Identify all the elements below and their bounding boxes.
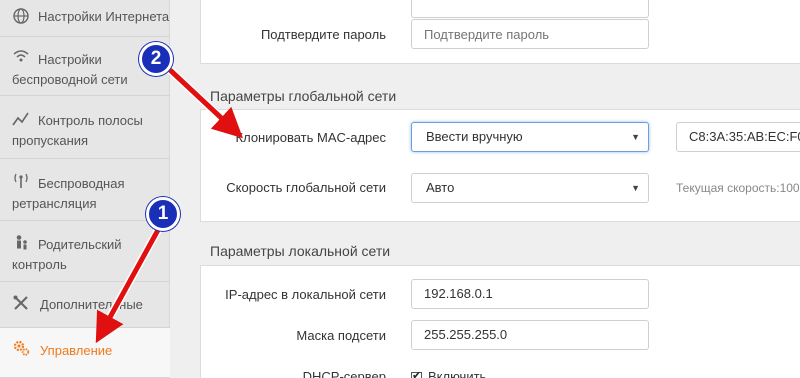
lan-ip-label: IP-адрес в локальной сети <box>225 287 386 302</box>
annotation-badge-1: 1 <box>146 197 180 231</box>
subnet-mask-input[interactable]: 255.255.255.0 <box>411 320 649 350</box>
clone-mac-value: Ввести вручную <box>426 129 523 144</box>
wan-speed-label: Скорость глобальной сети <box>226 180 386 195</box>
gear-icon <box>13 340 30 356</box>
tools-icon <box>13 295 28 310</box>
sidebar-item-label: Беспроводная ретрансляция <box>12 176 125 211</box>
dhcp-server-label: DHCP-сервер <box>302 369 386 378</box>
chevron-down-icon: ▼ <box>631 183 640 193</box>
confirm-password-label: Подтвердите пароль <box>260 27 386 42</box>
sidebar-item-label: Дополнительные <box>40 297 143 312</box>
wan-speed-select[interactable]: Авто ▼ <box>411 173 649 203</box>
clone-mac-label: Клонировать MAC-адрес <box>235 130 386 145</box>
sidebar-item-parental-control[interactable]: Родительский контроль <box>0 221 170 282</box>
subnet-mask-label: Маска подсети <box>296 328 386 343</box>
sidebar-item-bandwidth-control[interactable]: Контроль полосы пропускания <box>0 96 170 159</box>
wan-speed-value: Авто <box>426 180 455 195</box>
annotation-badge-2: 2 <box>139 42 173 76</box>
current-speed-text: Текущая скорость:100 <box>676 181 800 195</box>
chevron-down-icon: ▼ <box>631 132 640 142</box>
sidebar-item-internet-settings[interactable]: Настройки Интернета <box>0 0 170 37</box>
password-field-top[interactable] <box>411 0 649 18</box>
sidebar-item-label: Родительский контроль <box>12 237 122 272</box>
sidebar-item-management[interactable]: Управление <box>0 328 170 378</box>
dhcp-enable-checkbox[interactable] <box>411 369 422 378</box>
sidebar-item-label: Настройки беспроводной сети <box>12 52 128 87</box>
clone-mac-select[interactable]: Ввести вручную ▼ <box>411 122 649 152</box>
sidebar-item-label: Настройки Интернета <box>38 9 170 24</box>
sidebar-item-label: Контроль полосы пропускания <box>12 113 143 148</box>
globe-icon <box>13 8 29 24</box>
mac-address-input[interactable]: C8:3A:35:AB:EC:F0 <box>676 122 800 152</box>
lan-ip-input[interactable]: 192.168.0.1 <box>411 279 649 309</box>
confirm-password-input[interactable] <box>411 19 649 49</box>
sidebar-item-wireless-repeater[interactable]: Беспроводная ретрансляция <box>0 159 170 221</box>
sidebar-item-label: Управление <box>40 343 113 358</box>
lan-section-title: Параметры локальной сети <box>210 243 391 259</box>
dhcp-enable-label: Включить <box>428 369 487 378</box>
sidebar-item-advanced[interactable]: Дополнительные <box>0 282 170 328</box>
wan-section-title: Параметры глобальной сети <box>210 88 397 104</box>
